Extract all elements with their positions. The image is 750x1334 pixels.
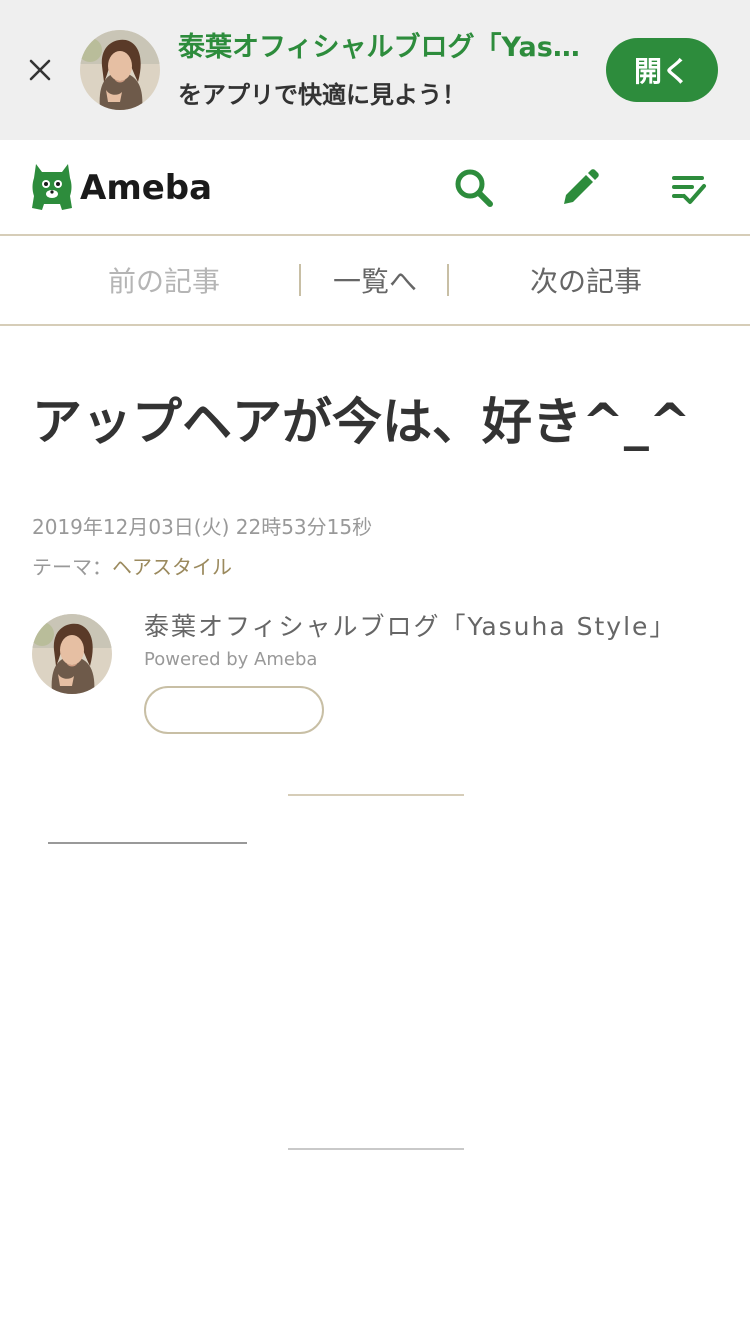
powered-by-text: Powered by Ameba: [144, 649, 318, 670]
nav-divider: [447, 264, 449, 296]
banner-avatar: [80, 30, 160, 110]
section-divider: [288, 794, 464, 796]
banner-title: 泰葉オフィシャルブログ「Yasuha Style」: [178, 32, 593, 63]
theme-link[interactable]: ヘアスタイル: [112, 555, 232, 579]
logo-text: Ameba: [80, 168, 213, 208]
article-date: 2019年12月03日(火) 22時53分15秒: [32, 515, 373, 539]
follow-button[interactable]: [144, 686, 324, 734]
site-header: Ameba: [0, 140, 750, 236]
open-app-button[interactable]: 開く: [606, 38, 718, 102]
article-title: アップヘアが今は、好き^_^: [32, 393, 691, 451]
theme-prefix: テーマ：: [32, 555, 112, 579]
section-divider: [288, 1148, 464, 1150]
feed-check-icon[interactable]: [666, 166, 710, 210]
prev-article-link[interactable]: 前の記事: [40, 236, 288, 324]
close-icon[interactable]: [22, 52, 58, 88]
ameba-mascot-icon: [30, 160, 74, 216]
blog-name-link[interactable]: 泰葉オフィシャルブログ「Yasuha Style」: [144, 608, 744, 646]
content-divider: [48, 842, 247, 844]
ameba-logo[interactable]: Ameba: [30, 160, 212, 216]
banner-subtitle: をアプリで快適に見よう！: [178, 81, 466, 109]
author-avatar[interactable]: [32, 614, 112, 694]
pencil-icon[interactable]: [558, 166, 602, 210]
article-list-link[interactable]: 一覧へ: [302, 236, 448, 324]
nav-divider: [299, 264, 301, 296]
article-nav: 前の記事 一覧へ 次の記事: [0, 236, 750, 326]
app-banner: 泰葉オフィシャルブログ「Yasuha Style」 をアプリで快適に見よう！ 開…: [0, 0, 750, 140]
next-article-link[interactable]: 次の記事: [462, 236, 710, 324]
article-theme: テーマ：ヘアスタイル: [32, 552, 232, 582]
search-icon[interactable]: [452, 166, 496, 210]
